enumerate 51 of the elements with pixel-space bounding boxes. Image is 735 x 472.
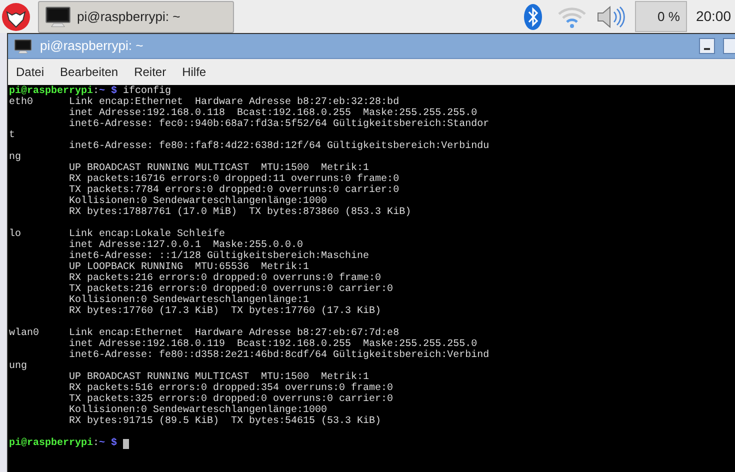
fox-logo-icon: [1, 2, 31, 32]
menu-item[interactable]: Datei: [16, 63, 44, 81]
output-line: UP LOOPBACK RUNNING MTU:65536 Metrik:1: [68, 262, 310, 273]
prompt-separator: :: [93, 438, 100, 449]
output-line: RX packets:16716 errors:0 dropped:11 overruns:0 frame:0: [68, 174, 400, 185]
output-line: RX bytes:17760 (17.3 KiB) TX bytes:17760 (17.3 KiB): [68, 306, 382, 317]
prompt-user: pi@raspberrypi: [9, 438, 94, 449]
terminal-icon: [14, 38, 32, 54]
output-line: inet Adresse:127.0.0.1 Maske:255.0.0.0: [68, 240, 304, 251]
minimize-button[interactable]: [699, 38, 715, 54]
task-button[interactable]: pi@raspberrypi: ~: [38, 0, 234, 32]
menu-item[interactable]: Reiter: [134, 63, 166, 81]
output-line: inet6-Adresse: fe80::d358:2e21:46bd:8cdf/64 Gültigkeitsbereich:Verbind: [68, 350, 490, 361]
output-line: RX bytes:17887761 (17.0 MiB) TX bytes:873860 (853.3 KiB): [68, 207, 412, 218]
output-line: TX packets:7784 errors:0 dropped:0 overruns:0 carrier:0: [68, 185, 400, 196]
output-line: RX packets:516 errors:0 dropped:354 overruns:0 frame:0: [68, 383, 394, 394]
output-line: t: [9, 130, 16, 141]
bluetooth-icon[interactable]: [522, 2, 543, 30]
prompt-path: ~ $: [99, 86, 118, 97]
output-line: wlan0 Link encap:Ethernet Hardware Adresse b8:27:eb:67:7d:e8: [9, 328, 400, 339]
output-line: UP BROADCAST RUNNING MULTICAST MTU:1500 Metrik:1: [68, 372, 370, 383]
menu-item[interactable]: Bearbeiten: [60, 63, 118, 81]
output-line: inet6-Adresse: fec0::940b:68a7:fd3a:5f52/64 Gültigkeitsbereich:Standor: [68, 119, 490, 130]
output-line: inet Adresse:192.168.0.119 Bcast:192.168.0.255 Maske:255.255.255.0: [68, 339, 478, 350]
speaker-icon[interactable]: [594, 4, 625, 30]
output-line: ung: [9, 361, 28, 372]
output-line: Kollisionen:0 Sendewarteschlangenlänge:1000: [68, 196, 328, 207]
cpu-meter: 0 %: [634, 1, 687, 32]
window-title: pi@raspberrypi: ~: [40, 37, 144, 56]
output-line: Kollisionen:0 Sendewarteschlangenlänge:1000: [68, 405, 328, 416]
output-line: RX packets:216 errors:0 dropped:0 overruns:0 frame:0: [68, 273, 382, 284]
output-line: inet6-Adresse: fe80::faf8:4d22:638d:12f/64 Gültigkeitsbereich:Verbindu: [68, 141, 490, 152]
clock[interactable]: 20:00: [696, 6, 731, 27]
output-line: TX packets:325 errors:0 dropped:0 overruns:0 carrier:0: [68, 394, 394, 405]
output-line: lo Link encap:Lokale Schleife: [9, 229, 226, 240]
output-line: UP BROADCAST RUNNING MULTICAST MTU:1500 Metrik:1: [68, 163, 370, 174]
output-line: eth0 Link encap:Ethernet Hardware Adresse b8:27:eb:32:28:bd: [9, 97, 400, 108]
output-line: inet6-Adresse: ::1/128 Gültigkeitsbereich:Maschine: [68, 251, 370, 262]
output-line: RX bytes:91715 (89.5 KiB) TX bytes:54615 (53.3 KiB): [68, 416, 382, 427]
wifi-icon[interactable]: [556, 4, 587, 28]
prompt-user: pi@raspberrypi: [9, 86, 94, 97]
command-text: ifconfig: [123, 86, 172, 97]
maximize-button[interactable]: [723, 38, 735, 54]
output-line: inet Adresse:192.168.0.118 Bcast:192.168.0.255 Maske:255.255.255.0: [68, 108, 478, 119]
output-line: TX packets:216 errors:0 dropped:0 overruns:0 carrier:0: [68, 284, 394, 295]
output-line: Kollisionen:0 Sendewarteschlangenlänge:1: [68, 295, 310, 306]
menu-item[interactable]: Hilfe: [182, 63, 206, 81]
output-line: ng: [9, 152, 22, 163]
prompt-path: ~ $: [99, 438, 118, 449]
prompt-separator: :: [93, 86, 100, 97]
monitor-icon: [45, 6, 71, 28]
